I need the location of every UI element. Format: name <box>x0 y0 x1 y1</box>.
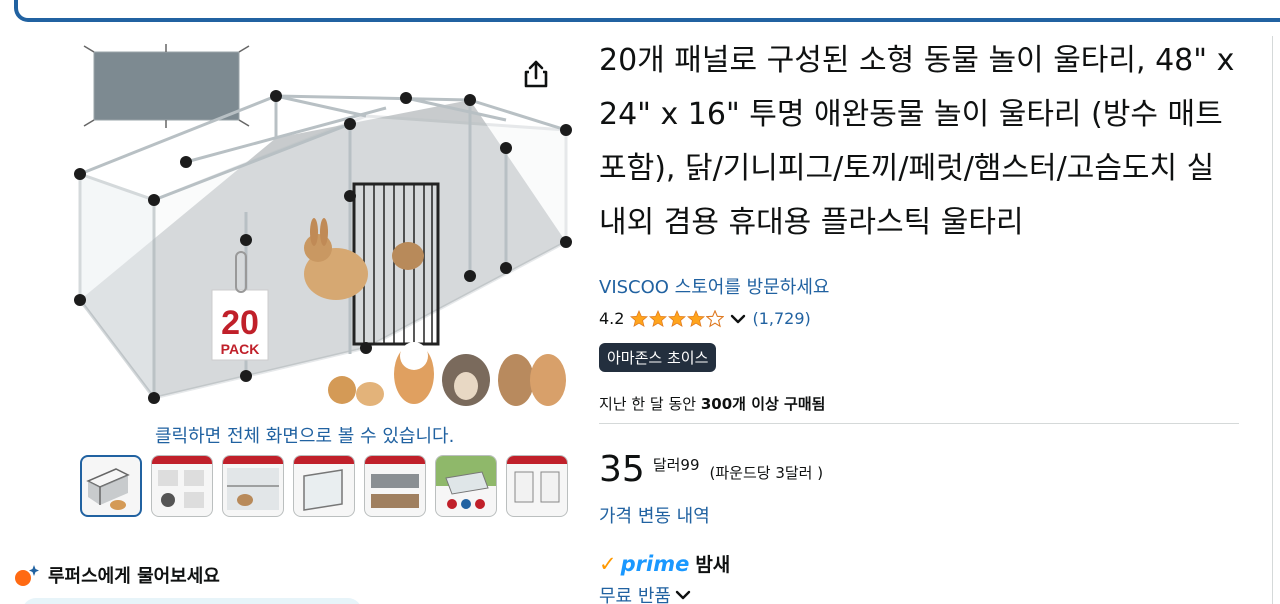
free-returns-link[interactable]: 무료 반품 <box>599 582 691 604</box>
bought-last-month: 지난 한 달 동안 300개 이상 구매됨 <box>599 393 825 414</box>
star-rating[interactable] <box>630 309 725 328</box>
thumbnail-4-image <box>294 456 354 511</box>
free-returns-label: 무료 반품 <box>599 586 671 604</box>
thumbnail-7[interactable] <box>506 455 568 517</box>
rufus-sparkle-icon <box>15 565 39 586</box>
thumbnail-6-image <box>436 456 496 509</box>
thumbnail-3[interactable] <box>222 455 284 517</box>
price-history-link[interactable]: 가격 변동 내역 <box>599 502 710 528</box>
chevron-down-icon[interactable] <box>730 313 746 325</box>
thumbnail-5[interactable] <box>364 455 426 517</box>
browser-frame-edge <box>14 0 1280 22</box>
rating-value: 4.2 <box>599 309 625 328</box>
star-icon <box>668 309 687 327</box>
share-button[interactable] <box>518 56 554 92</box>
amazons-choice-badge: 아마존스 초이스 <box>599 343 717 372</box>
thumbnail-2[interactable] <box>151 455 213 517</box>
thumbnail-strip <box>80 455 568 517</box>
prime-delivery-row: ✓ prime 밤새 <box>599 550 730 577</box>
thumbnail-2-image <box>152 456 212 508</box>
chevron-down-icon <box>675 590 691 600</box>
thumbnail-1[interactable] <box>80 455 142 517</box>
star-icon <box>630 309 649 327</box>
store-link[interactable]: VISCOO 스토어를 방문하세요 <box>599 273 829 299</box>
fullscreen-hint[interactable]: 클릭하면 전체 화면으로 볼 수 있습니다. <box>155 422 454 448</box>
rating-count-link[interactable]: (1,729) <box>752 309 810 328</box>
thumbnail-4[interactable] <box>293 455 355 517</box>
playpen-illustration: 20 PACK <box>74 44 572 406</box>
prime-delivery-text: 밤새 <box>695 554 731 576</box>
rufus-label: 루퍼스에게 물어보세요 <box>48 566 220 587</box>
bought-prefix: 지난 한 달 동안 <box>599 395 701 413</box>
price-whole: 35 <box>599 449 645 490</box>
prime-check-icon: ✓ <box>599 551 617 576</box>
price-block: 35 달러99 (파운드당 3달러 ) <box>599 450 823 490</box>
pack-badge-number: 20 <box>221 304 259 342</box>
star-empty-icon <box>706 309 725 327</box>
price-fraction: 달러99 <box>652 456 700 474</box>
product-title: 20개 패널로 구성된 소형 동물 놀이 울타리, 48" x 24" x 16… <box>599 43 1235 240</box>
bought-count: 300개 이상 구매됨 <box>700 395 826 413</box>
thumbnail-7-image <box>507 456 567 503</box>
thumbnail-3-image <box>223 456 283 510</box>
main-product-image[interactable]: 20 PACK <box>66 36 582 422</box>
rufus-input[interactable] <box>22 598 362 604</box>
price-per-unit: (파운드당 3달러 ) <box>709 464 824 482</box>
thumbnail-5-image <box>365 456 425 508</box>
prime-logo: prime <box>620 551 690 576</box>
thumbnail-6[interactable] <box>435 455 497 517</box>
share-icon <box>524 60 548 88</box>
divider <box>599 423 1239 424</box>
rufus-prompt[interactable]: 루퍼스에게 물어보세요 <box>14 562 220 588</box>
rating-row: 4.2 (1,729) <box>599 309 811 328</box>
thumbnail-1-image <box>86 468 130 510</box>
star-icon <box>687 309 706 327</box>
pack-badge-text: PACK <box>221 341 260 357</box>
page-edge <box>1272 36 1280 604</box>
star-icon <box>649 309 668 327</box>
